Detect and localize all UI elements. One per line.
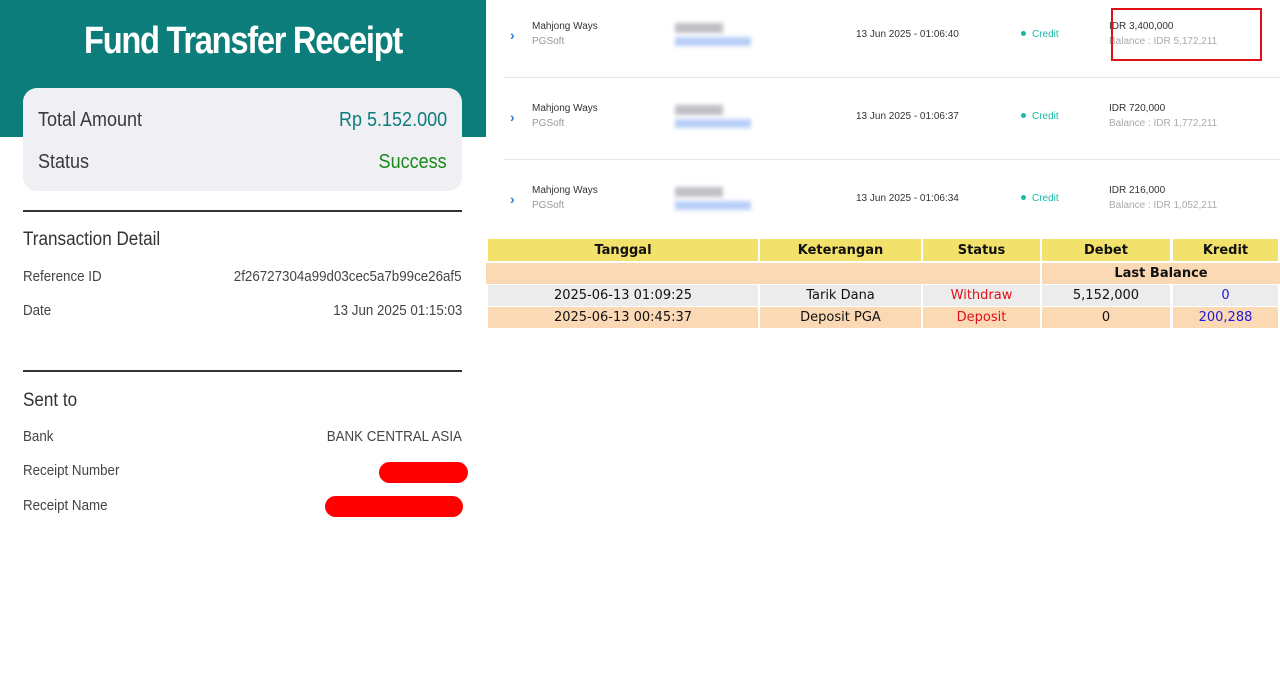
credit-dot-icon	[1021, 30, 1026, 36]
history-row[interactable]: › Mahjong Ways PGSoft 13 Jun 2025 - 01:0…	[504, 80, 1280, 160]
history-balance: Balance : IDR 1,052,211	[1109, 200, 1218, 211]
reference-id-label: Reference ID	[23, 269, 102, 285]
row-separator	[504, 159, 1280, 160]
game-history-list: › Mahjong Ways PGSoft 13 Jun 2025 - 01:0…	[486, 0, 1280, 238]
cell-keterangan: Deposit PGA	[760, 307, 921, 328]
transaction-detail-title: Transaction Detail	[23, 229, 161, 250]
summary-card: Total Amount Rp 5.152.000 Status Success	[23, 88, 462, 191]
receipt-number-label: Receipt Number	[23, 463, 120, 479]
total-amount-value: Rp 5.152.000	[338, 108, 447, 131]
blurred-user-id	[675, 105, 723, 115]
cell-keterangan: Tarik Dana	[760, 285, 921, 306]
chevron-right-icon[interactable]: ›	[510, 109, 515, 125]
history-datetime: 13 Jun 2025 - 01:06:34	[856, 193, 959, 204]
date-value: 13 Jun 2025 01:15:03	[332, 303, 462, 319]
bank-value: BANK CENTRAL ASIA	[326, 429, 462, 445]
history-type: Credit	[1021, 29, 1059, 40]
history-type-label: Credit	[1032, 193, 1059, 204]
game-provider: PGSoft	[532, 118, 565, 129]
bank-row: Bank BANK CENTRAL ASIA	[23, 427, 462, 447]
blurred-transaction-id	[675, 201, 751, 210]
cell-debet: 0	[1042, 307, 1170, 328]
history-amount: IDR 216,000	[1109, 185, 1166, 196]
cell-tanggal: 2025-06-13 01:09:25	[488, 285, 758, 306]
status-label: Status	[38, 150, 90, 173]
credit-dot-icon	[1021, 112, 1026, 118]
game-name: Mahjong Ways	[532, 103, 598, 114]
history-datetime: 13 Jun 2025 - 01:06:37	[856, 111, 959, 122]
history-type: Credit	[1021, 111, 1059, 122]
date-row: Date 13 Jun 2025 01:15:03	[23, 301, 462, 321]
total-amount-row: Total Amount Rp 5.152.000	[38, 106, 447, 134]
reference-id-row: Reference ID 2f26727304a99d03cec5a7b99ce…	[23, 267, 462, 287]
receipt-name-redaction	[325, 496, 463, 517]
cell-kredit: 0	[1173, 285, 1278, 306]
history-type: Credit	[1021, 193, 1059, 204]
col-header-kredit: Kredit	[1173, 239, 1278, 261]
game-name: Mahjong Ways	[532, 185, 598, 196]
cell-status: Withdraw	[923, 285, 1040, 306]
chevron-right-icon[interactable]: ›	[510, 191, 515, 207]
history-balance: Balance : IDR 1,772,211	[1109, 118, 1218, 129]
cell-status: Deposit	[923, 307, 1040, 328]
chevron-right-icon[interactable]: ›	[510, 27, 515, 43]
cell-tanggal: 2025-06-13 00:45:37	[488, 307, 758, 328]
history-datetime: 13 Jun 2025 - 01:06:40	[856, 29, 959, 40]
col-header-tanggal: Tanggal	[488, 239, 758, 261]
bank-label: Bank	[23, 429, 54, 445]
col-header-debet: Debet	[1042, 239, 1170, 261]
history-type-label: Credit	[1032, 29, 1059, 40]
game-name: Mahjong Ways	[532, 21, 598, 32]
last-balance-spacer	[486, 263, 1040, 284]
receipt-title: Fund Transfer Receipt	[84, 20, 403, 62]
row-separator	[504, 77, 1280, 78]
history-row[interactable]: › Mahjong Ways PGSoft 13 Jun 2025 - 01:0…	[504, 162, 1280, 242]
cell-kredit: 200,288	[1173, 307, 1278, 328]
game-provider: PGSoft	[532, 36, 565, 47]
col-header-keterangan: Keterangan	[760, 239, 921, 261]
reference-id-value: 2f26727304a99d03cec5a7b99ce26af5	[234, 269, 462, 285]
credit-dot-icon	[1021, 194, 1026, 200]
highlight-box	[1111, 8, 1262, 61]
blurred-transaction-id	[675, 119, 751, 128]
divider	[23, 210, 462, 212]
receipt-name-label: Receipt Name	[23, 498, 108, 514]
col-header-status: Status	[923, 239, 1040, 261]
status-value: Success	[378, 150, 447, 173]
last-balance-label: Last Balance	[1042, 263, 1280, 284]
history-row[interactable]: › Mahjong Ways PGSoft 13 Jun 2025 - 01:0…	[504, 0, 1280, 78]
blurred-user-id	[675, 187, 723, 197]
blurred-user-id	[675, 23, 723, 33]
blurred-transaction-id	[675, 37, 751, 46]
receipt-number-redaction	[379, 462, 468, 483]
status-row: Status Success	[38, 148, 447, 176]
history-type-label: Credit	[1032, 111, 1059, 122]
date-label: Date	[23, 303, 52, 319]
history-amount: IDR 720,000	[1109, 103, 1166, 114]
cell-debet: 5,152,000	[1042, 285, 1170, 306]
game-provider: PGSoft	[532, 200, 565, 211]
sent-to-title: Sent to	[23, 390, 78, 411]
fund-transfer-receipt: Fund Transfer Receipt Total Amount Rp 5.…	[0, 0, 486, 697]
total-amount-label: Total Amount	[38, 108, 143, 131]
divider	[23, 370, 462, 372]
